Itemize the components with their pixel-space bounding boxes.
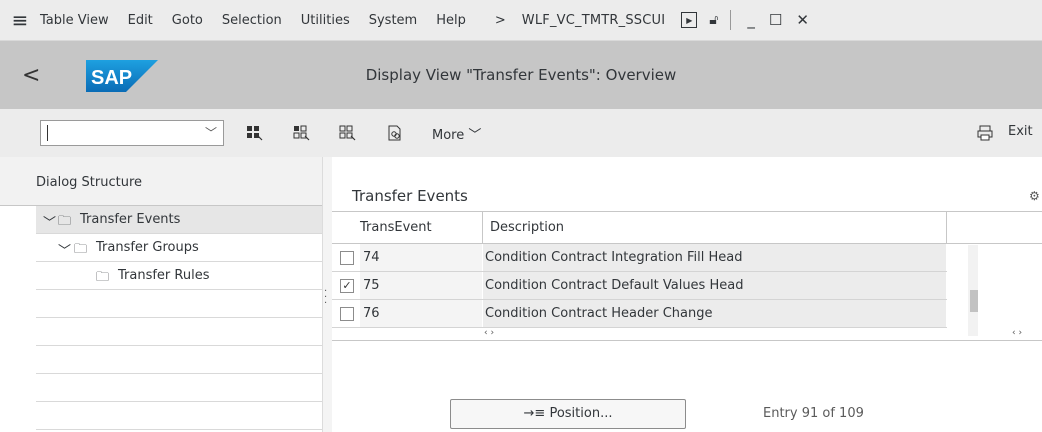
tree-empty-row bbox=[36, 318, 322, 346]
transevent-cell[interactable]: 74 bbox=[360, 244, 482, 271]
menu-selection[interactable]: Selection bbox=[222, 13, 282, 28]
separator bbox=[730, 10, 732, 30]
tree-empty-row bbox=[36, 374, 322, 402]
chevron-down-icon[interactable]: ﹀ bbox=[43, 212, 56, 231]
tree-node-transfer-rules[interactable]: 🗀 Transfer Rules bbox=[36, 262, 322, 290]
drag-handle-icon[interactable]: · · · bbox=[324, 287, 327, 309]
description-cell[interactable]: Condition Contract Integration Fill Head bbox=[483, 244, 946, 271]
table-header: TransEvent Description bbox=[332, 211, 1042, 244]
tree-node-label: Transfer Events bbox=[80, 212, 181, 227]
exit-button[interactable]: Exit bbox=[1008, 124, 1033, 139]
gear-icon[interactable]: ⚙ bbox=[1029, 189, 1040, 203]
application-toolbar: ﹀ More ﹀ Exit bbox=[0, 109, 1042, 158]
position-label: Position... bbox=[549, 406, 613, 421]
open-folder-icon: 🗀 bbox=[58, 214, 72, 229]
more-menu-chevron-icon[interactable]: > bbox=[495, 13, 506, 28]
title-bar: < SAP Display View "Transfer Events": Ov… bbox=[0, 41, 1042, 109]
vertical-scrollbar[interactable] bbox=[968, 245, 978, 336]
menu-edit[interactable]: Edit bbox=[128, 13, 153, 28]
tree-node-transfer-events[interactable]: ﹀ 🗀 Transfer Events bbox=[36, 206, 322, 234]
hamburger-menu-icon[interactable]: ≡ bbox=[0, 8, 40, 32]
close-icon[interactable]: ✕ bbox=[796, 11, 809, 29]
select-block-icon[interactable] bbox=[292, 123, 312, 143]
tree-node-label: Transfer Groups bbox=[96, 240, 199, 255]
dialog-structure-panel: Dialog Structure ﹀ 🗀 Transfer Events ﹀ 🗀… bbox=[0, 157, 322, 432]
chevron-down-icon[interactable]: ﹀ bbox=[58, 240, 71, 259]
command-field[interactable]: ﹀ bbox=[40, 120, 224, 146]
select-all-icon[interactable] bbox=[245, 123, 265, 143]
column-header-description[interactable]: Description bbox=[490, 220, 564, 235]
chevron-down-icon: ﹀ bbox=[468, 128, 482, 143]
entry-counter: Entry 91 of 109 bbox=[763, 406, 864, 421]
deselect-all-icon[interactable] bbox=[338, 123, 358, 143]
transevent-cell[interactable]: 76 bbox=[360, 300, 482, 327]
horizontal-scrollbar[interactable]: ‹ › ‹ › bbox=[332, 328, 1042, 341]
tree-node-transfer-groups[interactable]: ﹀ 🗀 Transfer Groups bbox=[36, 234, 322, 262]
text-caret bbox=[47, 125, 48, 141]
minimize-icon[interactable]: _ bbox=[747, 11, 755, 29]
scroll-left-right-icon[interactable]: ‹ › bbox=[484, 328, 494, 338]
column-divider bbox=[946, 212, 947, 244]
transevent-cell[interactable]: 75 bbox=[360, 272, 482, 299]
folder-icon: 🗀 bbox=[96, 270, 110, 285]
folder-icon: 🗀 bbox=[74, 242, 88, 257]
dialog-structure-title: Dialog Structure bbox=[0, 157, 322, 206]
page-title: Display View "Transfer Events": Overview bbox=[365, 66, 677, 84]
description-cell[interactable]: Condition Contract Default Values Head bbox=[483, 272, 946, 299]
chevron-down-icon[interactable]: ﹀ bbox=[205, 124, 217, 141]
table-panel: Transfer Events ⚙ TransEvent Description… bbox=[332, 157, 1042, 432]
column-header-transevent[interactable]: TransEvent bbox=[360, 220, 432, 235]
row-select-checkbox[interactable]: ✓ bbox=[340, 279, 354, 293]
lock-icon[interactable]: 🔓︎ bbox=[709, 12, 718, 28]
tree-empty-row bbox=[36, 346, 322, 374]
column-divider bbox=[482, 212, 483, 244]
table-title: Transfer Events bbox=[352, 187, 468, 205]
tree-empty-row bbox=[36, 402, 322, 430]
row-select-checkbox[interactable] bbox=[340, 307, 354, 321]
table-row[interactable]: 74 Condition Contract Integration Fill H… bbox=[332, 244, 947, 272]
transaction-code: WLF_VC_TMTR_SSCUI bbox=[521, 12, 666, 28]
more-label: More bbox=[432, 128, 465, 143]
maximize-icon[interactable]: ☐ bbox=[769, 11, 782, 29]
menu-table-view[interactable]: Table View bbox=[40, 13, 109, 28]
table-row[interactable]: ✓ 75 Condition Contract Default Values H… bbox=[332, 272, 947, 300]
menu-utilities[interactable]: Utilities bbox=[301, 13, 350, 28]
scrollbar-thumb[interactable] bbox=[970, 290, 978, 312]
tree-empty-row bbox=[36, 290, 322, 318]
display-details-icon[interactable] bbox=[385, 123, 405, 143]
tree-node-label: Transfer Rules bbox=[118, 268, 210, 283]
play-icon[interactable]: ▶ bbox=[681, 12, 698, 28]
table-row[interactable]: 76 Condition Contract Header Change bbox=[332, 300, 947, 328]
row-select-checkbox[interactable] bbox=[340, 251, 354, 265]
menu-system[interactable]: System bbox=[369, 13, 417, 28]
position-button[interactable]: →≡ Position... bbox=[450, 399, 686, 429]
scroll-left-right-icon[interactable]: ‹ › bbox=[1012, 328, 1022, 338]
menu-bar: ≡ Table View Edit Goto Selection Utiliti… bbox=[0, 0, 1042, 41]
position-icon: →≡ bbox=[523, 406, 546, 421]
printer-icon[interactable] bbox=[975, 123, 995, 143]
menu-help[interactable]: Help bbox=[436, 13, 466, 28]
menu-goto[interactable]: Goto bbox=[172, 13, 203, 28]
description-cell[interactable]: Condition Contract Header Change bbox=[483, 300, 946, 327]
more-button[interactable]: More ﹀ bbox=[432, 124, 481, 143]
